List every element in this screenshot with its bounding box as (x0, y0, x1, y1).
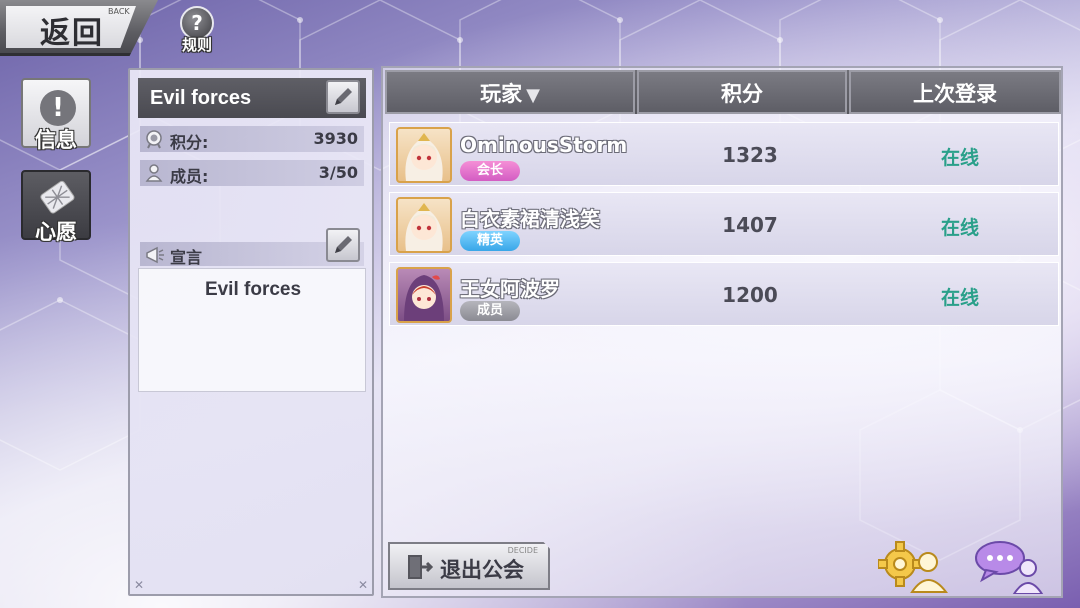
score-value: 3930 (313, 129, 358, 148)
tab-wish[interactable]: 心愿 (21, 170, 91, 244)
edit-name-button[interactable] (326, 80, 360, 114)
guild-chat-button[interactable] (972, 538, 1046, 595)
gear-person-icon (877, 541, 949, 593)
player-score: 1323 (722, 143, 778, 167)
pencil-icon (335, 236, 352, 253)
header-last-login[interactable]: 上次登录 (849, 70, 1061, 114)
avatar (396, 197, 452, 253)
avatar (396, 267, 452, 323)
declaration-text: Evil forces (204, 279, 302, 300)
online-status: 在线 (940, 287, 979, 309)
score-label: 积分: (170, 133, 209, 152)
tab-info-label: 信息 (35, 128, 77, 152)
person-icon (145, 164, 163, 182)
character-portrait-icon (404, 275, 444, 321)
player-name: OminousStorm (460, 133, 628, 157)
members-label: 成员: (170, 167, 209, 186)
tab-info[interactable]: ! 信息 (21, 78, 91, 152)
corner-ornament: ✕ (357, 578, 368, 592)
role-badge: 会长 (460, 161, 520, 181)
rules-label: 规则 (181, 36, 212, 54)
corner-ornament: ✕ (134, 578, 145, 592)
guild-name: Evil forces (150, 87, 252, 109)
online-status: 在线 (940, 147, 979, 169)
header-score[interactable]: 积分 (637, 70, 847, 114)
rules-button[interactable]: ? 规则 (176, 6, 218, 56)
guild-management-button[interactable] (877, 538, 952, 594)
guild-info-panel: Evil forces 积分: 3930 成员: 3/50 宣言 Evil fo… (128, 68, 374, 596)
member-list-panel: 玩家 ▼ 积分 上次登录 OminousStorm 会长 1323 在线 白衣素… (381, 66, 1063, 598)
header-player-label: 玩家 (480, 82, 523, 106)
player-name: 白衣素裙清浅笑 (460, 207, 600, 231)
members-row: 成员: 3/50 (140, 160, 364, 186)
score-row: 积分: 3930 (140, 126, 364, 152)
declaration-box: Evil forces (138, 268, 366, 392)
table-row[interactable]: 白衣素裙清浅笑 精英 1407 在线 (389, 192, 1059, 256)
sort-arrow-down-icon: ▼ (526, 85, 540, 106)
character-portrait-icon (405, 203, 443, 251)
megaphone-icon (146, 246, 164, 264)
role-badge: 精英 (460, 231, 520, 251)
quit-guild-button[interactable]: 退出公会 DECIDE (388, 542, 550, 590)
character-portrait-icon (405, 133, 443, 181)
tab-wish-label: 心愿 (35, 220, 77, 244)
edit-declaration-button[interactable] (326, 228, 360, 262)
declaration-label: 宣言 (170, 248, 203, 267)
pencil-icon (335, 88, 352, 105)
player-score: 1200 (722, 283, 778, 307)
alert-icon: ! (40, 90, 76, 126)
exit-door-icon (408, 555, 434, 579)
online-status: 在线 (940, 217, 979, 239)
scroll-icon (40, 180, 75, 214)
medal-icon (146, 130, 162, 149)
chat-bubble-icon (975, 541, 1044, 595)
header-score-label: 积分 (721, 82, 763, 106)
avatar (396, 127, 452, 183)
back-sublabel: BACK (108, 7, 130, 16)
player-score: 1407 (722, 213, 778, 237)
header-player[interactable]: 玩家 ▼ (385, 70, 635, 114)
table-header: 玩家 ▼ 积分 上次登录 (385, 70, 1061, 114)
player-name: 王女阿波罗 (460, 277, 560, 301)
role-badge: 成员 (460, 301, 520, 321)
back-label: 返回 (40, 16, 104, 51)
header-last-login-label: 上次登录 (913, 82, 997, 106)
members-value: 3/50 (318, 163, 358, 182)
table-row[interactable]: 王女阿波罗 成员 1200 在线 (389, 262, 1059, 326)
quit-guild-label: 退出公会 (440, 558, 524, 582)
quit-guild-sublabel: DECIDE (507, 546, 538, 555)
table-row[interactable]: OminousStorm 会长 1323 在线 (389, 122, 1059, 186)
